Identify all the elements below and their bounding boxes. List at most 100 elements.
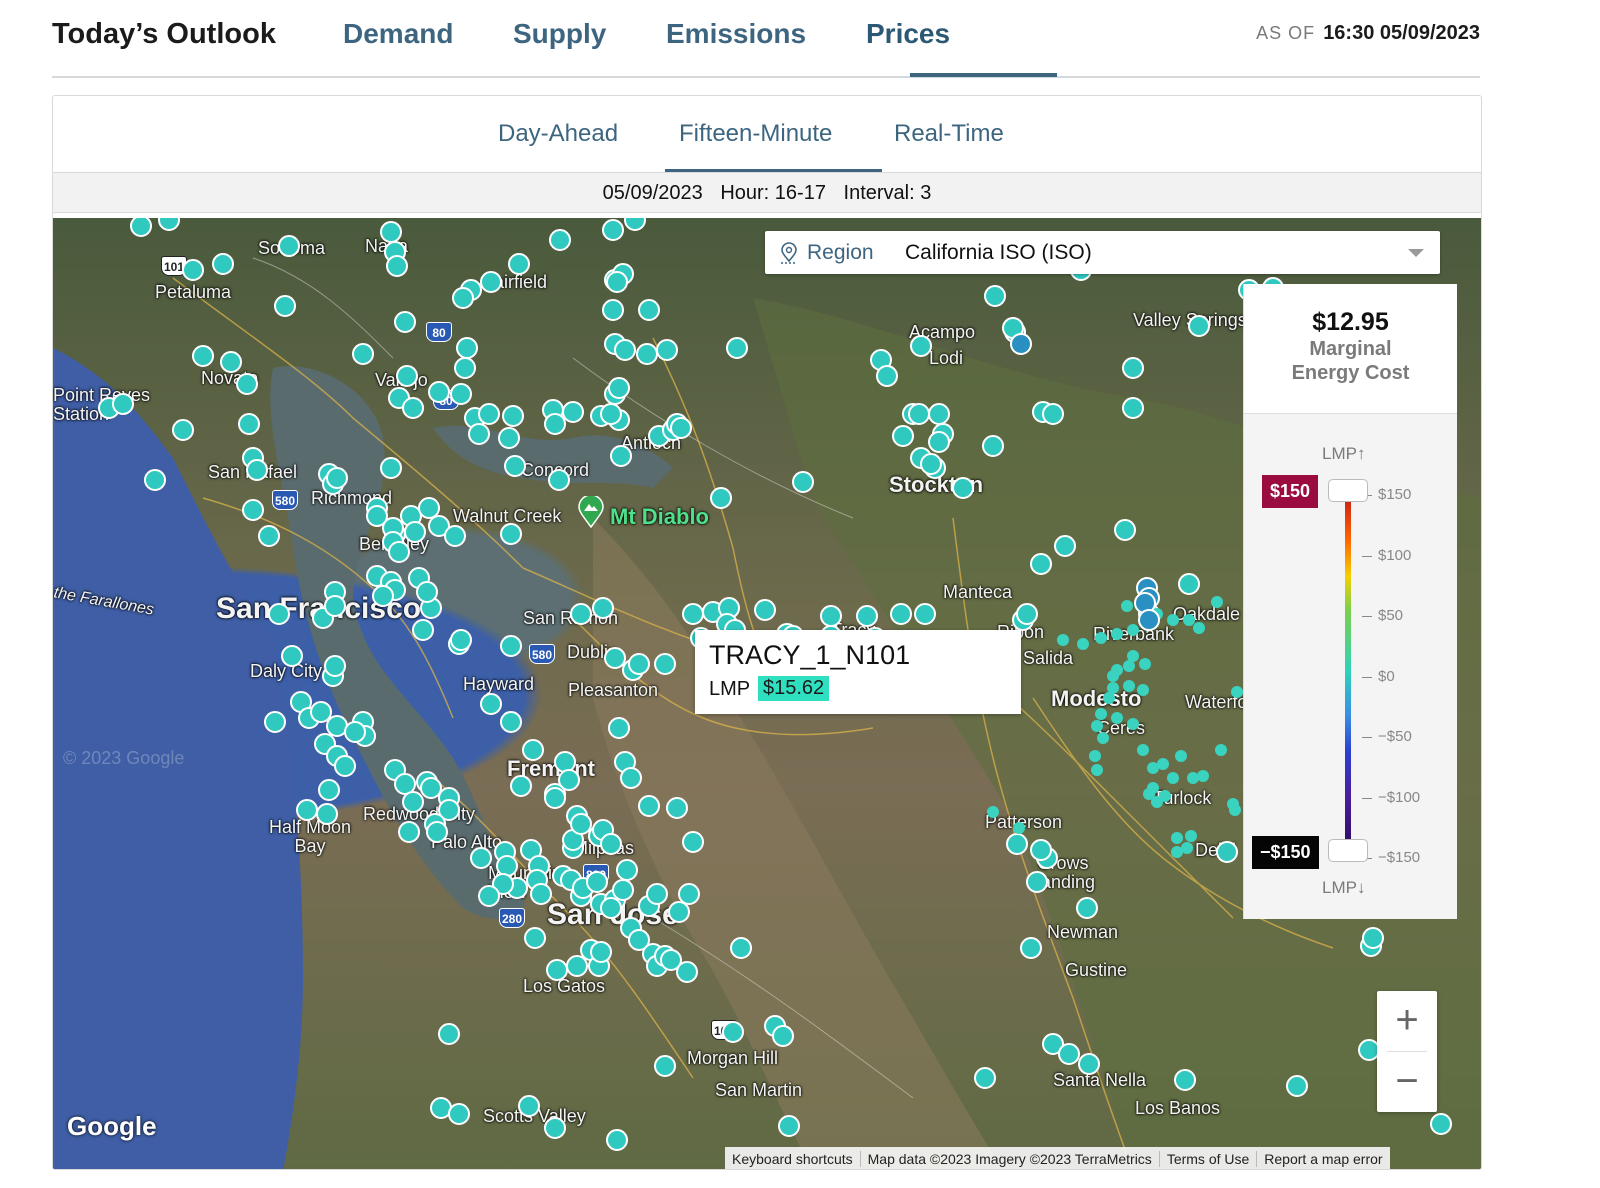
- price-node-marker-small[interactable]: [1137, 684, 1149, 696]
- price-node-marker[interactable]: [792, 471, 814, 493]
- price-node-marker-small[interactable]: [1143, 788, 1155, 800]
- price-node-marker[interactable]: [1026, 871, 1048, 893]
- price-node-marker-small[interactable]: [987, 806, 999, 818]
- price-node-marker[interactable]: [928, 431, 950, 453]
- price-node-marker[interactable]: [448, 1103, 470, 1125]
- price-node-marker[interactable]: [220, 351, 242, 373]
- price-node-marker[interactable]: [984, 285, 1006, 307]
- price-node-marker-small[interactable]: [1077, 638, 1089, 650]
- price-node-marker[interactable]: [606, 1129, 628, 1151]
- price-node-marker[interactable]: [502, 405, 524, 427]
- price-node-marker-small[interactable]: [1091, 720, 1103, 732]
- price-node-marker[interactable]: [1362, 927, 1384, 949]
- price-node-marker-small[interactable]: [1211, 596, 1223, 608]
- price-node-marker[interactable]: [590, 941, 612, 963]
- subtab-fifteen-minute[interactable]: Fifteen-Minute: [679, 120, 832, 148]
- price-node-marker-small[interactable]: [1111, 628, 1123, 640]
- price-node-marker[interactable]: [722, 1021, 744, 1043]
- price-node-marker[interactable]: [296, 799, 318, 821]
- price-node-marker[interactable]: [404, 521, 426, 543]
- price-node-marker-small[interactable]: [1127, 718, 1139, 730]
- price-node-marker[interactable]: [654, 1055, 676, 1077]
- price-node-marker[interactable]: [1042, 403, 1064, 425]
- price-node-marker[interactable]: [982, 435, 1004, 457]
- subtab-day-ahead[interactable]: Day-Ahead: [498, 120, 618, 148]
- price-node-marker[interactable]: [876, 365, 898, 387]
- price-node-marker[interactable]: [316, 803, 338, 825]
- price-node-marker-small[interactable]: [1111, 712, 1123, 724]
- price-node-marker[interactable]: [428, 381, 450, 403]
- price-node-marker[interactable]: [610, 445, 632, 467]
- price-node-marker[interactable]: [112, 393, 134, 415]
- price-node-marker[interactable]: [456, 337, 478, 359]
- price-node-marker-small[interactable]: [1097, 732, 1109, 744]
- price-node-marker[interactable]: [324, 595, 346, 617]
- price-node-marker[interactable]: [856, 605, 878, 627]
- tab-emissions[interactable]: Emissions: [666, 18, 806, 50]
- price-node-marker[interactable]: [1030, 839, 1052, 861]
- price-node-marker[interactable]: [608, 377, 630, 399]
- price-node-marker[interactable]: [616, 859, 638, 881]
- price-node-marker[interactable]: [600, 833, 622, 855]
- price-node-marker-small[interactable]: [1167, 614, 1179, 626]
- price-node-marker[interactable]: [192, 345, 214, 367]
- price-node-marker[interactable]: [500, 635, 522, 657]
- price-node-marker-small[interactable]: [1229, 804, 1241, 816]
- price-node-marker[interactable]: [388, 541, 410, 563]
- price-node-marker[interactable]: [546, 959, 568, 981]
- price-node-marker[interactable]: [480, 693, 502, 715]
- price-node-marker[interactable]: [656, 339, 678, 361]
- price-node-marker[interactable]: [820, 605, 842, 627]
- price-node-marker[interactable]: [238, 413, 260, 435]
- price-node-marker[interactable]: [1430, 1113, 1452, 1135]
- price-node-marker[interactable]: [412, 619, 434, 641]
- price-node-marker[interactable]: [1174, 1069, 1196, 1091]
- price-node-marker[interactable]: [372, 585, 394, 607]
- price-node-marker[interactable]: [549, 229, 571, 251]
- price-node-marker[interactable]: [730, 937, 752, 959]
- report-map-error-link[interactable]: Report a map error: [1256, 1151, 1390, 1167]
- price-node-marker-small[interactable]: [1231, 686, 1243, 698]
- price-node-marker[interactable]: [548, 469, 570, 491]
- tab-supply[interactable]: Supply: [513, 18, 606, 50]
- price-node-marker[interactable]: [682, 603, 704, 625]
- price-node-marker[interactable]: [504, 455, 526, 477]
- price-node-marker[interactable]: [1216, 841, 1238, 863]
- price-node-marker[interactable]: [566, 955, 588, 977]
- price-node-marker[interactable]: [281, 645, 303, 667]
- price-node-marker[interactable]: [144, 469, 166, 491]
- price-node-marker[interactable]: [638, 299, 660, 321]
- price-node-marker[interactable]: [1010, 333, 1032, 355]
- price-node-marker[interactable]: [1286, 1075, 1308, 1097]
- price-node-marker-small[interactable]: [1123, 680, 1135, 692]
- price-node-marker[interactable]: [1058, 1043, 1080, 1065]
- price-node-marker-small[interactable]: [1175, 750, 1187, 762]
- price-node-marker[interactable]: [326, 467, 348, 489]
- price-node-marker[interactable]: [638, 795, 660, 817]
- price-node-marker[interactable]: [236, 373, 258, 395]
- tab-prices[interactable]: Prices: [866, 18, 950, 50]
- price-node-marker[interactable]: [586, 871, 608, 893]
- price-node-marker[interactable]: [678, 883, 700, 905]
- price-node-marker-small[interactable]: [1095, 632, 1107, 644]
- price-node-marker[interactable]: [1006, 833, 1028, 855]
- price-node-marker-small[interactable]: [1197, 770, 1209, 782]
- price-node-marker[interactable]: [450, 383, 472, 405]
- price-node-marker-small[interactable]: [1013, 822, 1025, 834]
- price-node-marker[interactable]: [654, 653, 676, 675]
- price-node-marker[interactable]: [1178, 573, 1200, 595]
- price-node-marker[interactable]: [380, 457, 402, 479]
- price-node-marker[interactable]: [778, 1115, 800, 1137]
- keyboard-shortcuts-link[interactable]: Keyboard shortcuts: [725, 1151, 860, 1167]
- price-node-marker[interactable]: [754, 599, 776, 621]
- price-node-marker[interactable]: [1122, 357, 1144, 379]
- price-node-marker[interactable]: [500, 711, 522, 733]
- zoom-in-button[interactable]: +: [1377, 991, 1437, 1051]
- price-node-marker[interactable]: [608, 717, 630, 739]
- price-node-marker[interactable]: [344, 721, 366, 743]
- region-select[interactable]: Region California ISO (ISO): [765, 231, 1440, 274]
- price-node-marker-small[interactable]: [1185, 830, 1197, 842]
- price-node-marker[interactable]: [1020, 937, 1042, 959]
- min-lmp-slider-handle[interactable]: [1328, 839, 1368, 862]
- price-node-marker[interactable]: [710, 487, 732, 509]
